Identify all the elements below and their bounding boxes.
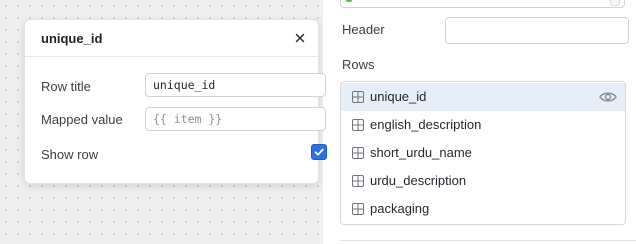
row-label: unique_id (370, 89, 427, 104)
row-item-english-description[interactable]: english_description (341, 111, 625, 139)
show-row-label: Show row (41, 147, 99, 162)
panel-divider (340, 240, 636, 241)
eye-icon[interactable] (599, 90, 617, 104)
grid-icon (352, 203, 364, 215)
header-input[interactable] (445, 17, 629, 44)
grid-icon (352, 119, 364, 131)
row-label: short_urdu_name (370, 145, 472, 160)
rows-label: Rows (342, 57, 375, 72)
row-label: english_description (370, 117, 482, 132)
show-row-checkbox[interactable] (311, 144, 327, 160)
mapped-value-label: Mapped value (41, 112, 123, 127)
close-icon[interactable] (293, 31, 307, 45)
row-item-short-urdu-name[interactable]: short_urdu_name (341, 139, 625, 167)
row-title-label: Row title (41, 79, 91, 94)
popover-title: unique_id (41, 31, 103, 46)
row-item-urdu-description[interactable]: urdu_description (341, 167, 625, 195)
grid-icon (352, 91, 364, 103)
row-label: packaging (370, 201, 430, 216)
select-toggle-icon[interactable] (610, 0, 620, 6)
grid-icon (352, 147, 364, 159)
header-label: Header (342, 22, 385, 37)
rows-list: unique_id english_description short_urdu… (340, 81, 626, 225)
row-label: urdu_description (370, 173, 467, 188)
checkmark-icon (314, 148, 324, 156)
row-item-packaging[interactable]: packaging (341, 195, 625, 223)
row-item-unique-id[interactable]: unique_id (341, 83, 625, 111)
component-type-icon (346, 0, 352, 2)
popover-divider (25, 56, 318, 57)
mapped-value-input[interactable] (145, 107, 326, 131)
grid-icon (352, 175, 364, 187)
row-title-input[interactable] (145, 73, 326, 97)
row-settings-popover: unique_id Row title Mapped value Show ro… (24, 19, 327, 184)
component-select[interactable] (340, 0, 625, 8)
